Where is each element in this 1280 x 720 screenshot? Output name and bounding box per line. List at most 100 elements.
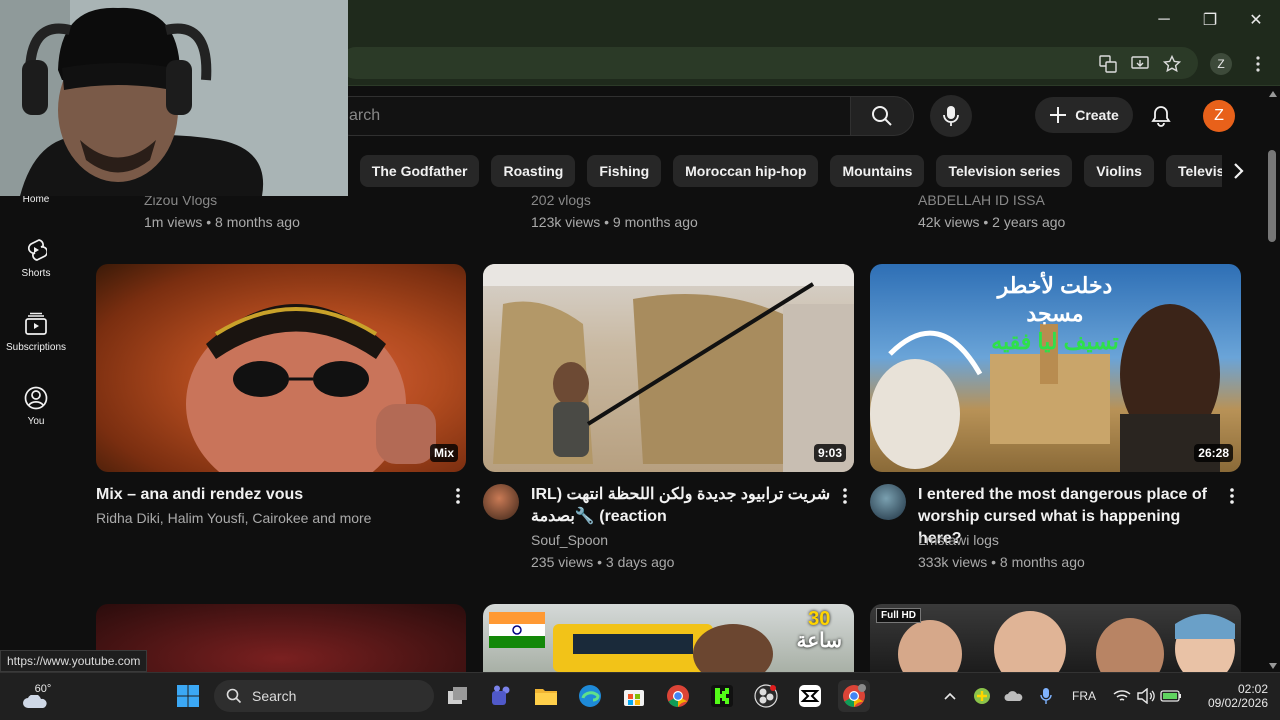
video-menu-button[interactable] (835, 484, 855, 508)
scroll-up-icon (1269, 91, 1277, 97)
wifi-icon[interactable] (1110, 680, 1134, 712)
microphone-tray-icon[interactable] (1034, 680, 1058, 712)
tray-app-icon[interactable] (970, 680, 994, 712)
onedrive-icon[interactable] (1002, 680, 1026, 712)
scrollbar-thumb[interactable] (1268, 150, 1276, 242)
weather-widget[interactable]: 60° (14, 678, 58, 714)
clock-date: 09/02/2026 (1207, 696, 1268, 710)
chrome-icon[interactable] (662, 680, 694, 712)
search-input[interactable]: arch (330, 96, 850, 136)
video-stats: 1m views • 8 months ago (144, 214, 300, 230)
sidebar-item-label: You (27, 416, 45, 427)
video-stats: 235 views • 3 days ago (531, 554, 675, 570)
taskbar-clock[interactable]: 02:02 09/02/2026 (1192, 680, 1268, 712)
chevron-right-icon (1234, 163, 1244, 179)
chip[interactable]: The Godfather (359, 155, 480, 187)
create-button[interactable]: Create (1035, 97, 1133, 133)
translate-icon[interactable] (1096, 52, 1120, 76)
file-explorer-icon[interactable] (530, 680, 562, 712)
language-indicator[interactable]: FRA (1066, 680, 1102, 712)
video-title[interactable]: IRL) شريت ترابيود جديدة ولكن اللحظة انته… (531, 484, 831, 528)
video-stats: 333k views • 8 months ago (918, 554, 1085, 570)
search-button[interactable] (850, 96, 914, 136)
webcam-image (0, 0, 348, 196)
webcam-overlay (0, 0, 348, 196)
notifications-button[interactable] (1145, 100, 1177, 132)
chip[interactable]: Television series (936, 155, 1073, 187)
channel-avatar[interactable] (483, 484, 519, 520)
teams-icon[interactable] (486, 680, 518, 712)
channel-avatar[interactable] (870, 484, 906, 520)
more-vertical-icon (456, 488, 460, 504)
windows-logo-icon (177, 685, 199, 707)
video-thumbnail[interactable]: Full HD (870, 604, 1241, 672)
microsoft-store-icon[interactable] (618, 680, 650, 712)
kick-app-icon[interactable] (706, 680, 738, 712)
thumbnail-text-line: 30 (808, 608, 831, 630)
thumbnail-text-line: دخلت لأخطر (997, 273, 1113, 298)
task-view-icon[interactable] (442, 680, 474, 712)
video-thumbnail[interactable]: 9:03 (483, 264, 854, 472)
category-chips: s The Godfather Roasting Fishing Morocca… (340, 155, 1240, 187)
thumbnail-art (898, 611, 1235, 672)
bookmark-star-icon[interactable] (1160, 52, 1184, 76)
tray-overflow-icon[interactable] (940, 680, 960, 712)
video-menu-button[interactable] (1222, 484, 1242, 508)
account-avatar[interactable]: Z (1203, 100, 1235, 132)
more-vertical-icon (843, 488, 847, 504)
taskbar-search[interactable]: Search (214, 680, 434, 712)
volume-icon[interactable] (1134, 680, 1158, 712)
browser-menu-icon[interactable] (1246, 52, 1270, 76)
chip[interactable]: Roasting (491, 155, 576, 187)
address-bar[interactable] (340, 47, 1198, 79)
browser-profile-avatar[interactable]: Z (1210, 53, 1232, 75)
video-thumbnail[interactable]: Mix (96, 264, 466, 472)
obs-studio-icon[interactable] (750, 680, 782, 712)
video-title[interactable]: Mix – ana andi rendez vous (96, 484, 436, 506)
video-menu-button[interactable] (448, 484, 468, 508)
minimize-button[interactable]: ─ (1141, 0, 1187, 40)
scroll-down-icon (1269, 663, 1277, 669)
taskbar-search-label: Search (252, 688, 297, 704)
plus-icon (1050, 107, 1067, 123)
mix-badge: Mix (429, 444, 458, 462)
voice-search-button[interactable] (930, 95, 972, 137)
sidebar-item-shorts[interactable]: Shorts (0, 238, 72, 279)
thumbnail-art (483, 264, 854, 472)
create-label: Create (1075, 107, 1119, 123)
fullhd-badge: Full HD (876, 608, 921, 623)
video-channel[interactable]: ABDELLAH ID ISSA (918, 189, 1045, 211)
chip[interactable]: Mountains (830, 155, 925, 187)
thumbnail-art (186, 304, 436, 472)
start-button[interactable] (172, 680, 204, 712)
chip[interactable]: Violins (1084, 155, 1154, 187)
video-channel[interactable]: Ridha Diki, Halim Yousfi, Cairokee and m… (96, 507, 436, 529)
edge-browser-icon[interactable] (574, 680, 606, 712)
chrome-profile-icon[interactable] (838, 680, 870, 712)
sidebar-item-you[interactable]: You (0, 386, 72, 427)
microphone-icon (943, 106, 959, 126)
video-channel[interactable]: Souf_Spoon (531, 529, 608, 551)
thumbnail-text-line: ساعة (796, 630, 842, 652)
chip[interactable]: Moroccan hip-hop (673, 155, 819, 187)
video-stats: 42k views • 2 years ago (918, 214, 1066, 230)
video-thumbnail[interactable]: 30 ساعة (483, 604, 854, 672)
maximize-button[interactable]: ❐ (1187, 0, 1233, 40)
more-vertical-icon (1230, 488, 1234, 504)
bell-icon (1151, 106, 1171, 127)
capcut-icon[interactable] (794, 680, 826, 712)
chips-next-button[interactable] (1222, 155, 1254, 187)
close-button[interactable]: ✕ (1233, 0, 1279, 40)
video-thumbnail[interactable]: دخلت لأخطر مسجد تسيف ليا فقيه 26:28 (870, 264, 1241, 472)
thumbnail-text-line: تسيف ليا فقيه (991, 329, 1119, 354)
install-app-icon[interactable] (1128, 52, 1152, 76)
sidebar-item-subscriptions[interactable]: Subscriptions (0, 312, 72, 353)
video-thumbnail[interactable] (96, 604, 466, 672)
video-channel[interactable]: Lmstawi logs (918, 529, 999, 551)
weather-temp: 60° (34, 683, 52, 695)
sidebar-item-label: Subscriptions (5, 342, 67, 353)
chip[interactable]: Fishing (587, 155, 662, 187)
clock-time: 02:02 (1237, 682, 1268, 696)
video-channel[interactable]: 202 vlogs (531, 189, 591, 211)
battery-icon[interactable] (1158, 680, 1184, 712)
